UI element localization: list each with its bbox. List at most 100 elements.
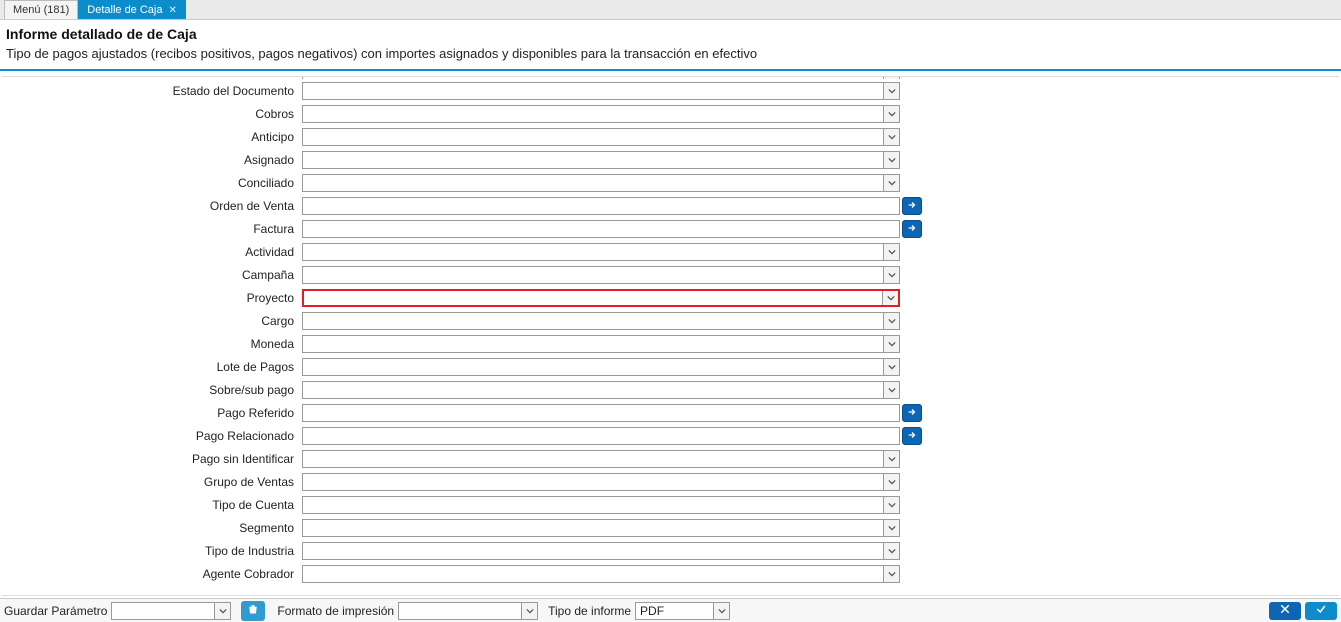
field-input[interactable] <box>302 76 900 79</box>
chevron-down-icon[interactable] <box>883 267 899 283</box>
form-row: Pago sin Identificar <box>2 448 1339 470</box>
arrow-icon <box>907 199 917 213</box>
field-input[interactable] <box>302 105 900 123</box>
chevron-down-icon[interactable] <box>883 451 899 467</box>
field-input[interactable] <box>302 335 900 353</box>
form-row: Moneda <box>2 333 1339 355</box>
field-input[interactable] <box>302 312 900 330</box>
field-input[interactable] <box>302 519 900 537</box>
field-input[interactable] <box>302 243 900 261</box>
chevron-down-icon[interactable] <box>883 336 899 352</box>
print-format-field[interactable] <box>398 602 538 620</box>
field-label: Cargo <box>2 314 302 328</box>
field-input[interactable] <box>302 427 900 445</box>
chevron-down-icon[interactable] <box>214 603 230 619</box>
field-input[interactable] <box>302 289 900 307</box>
field-label: Campaña <box>2 268 302 282</box>
field-label: Agente Cobrador <box>2 567 302 581</box>
chevron-down-icon[interactable] <box>882 291 898 305</box>
confirm-button[interactable] <box>1305 602 1337 620</box>
lookup-button[interactable] <box>902 220 922 238</box>
field-input[interactable] <box>302 496 900 514</box>
form-row: Asignado <box>2 149 1339 171</box>
form-row: Pago Referido <box>2 402 1339 424</box>
field-input[interactable] <box>302 404 900 422</box>
field-label: Tipo de Cuenta <box>2 498 302 512</box>
form-row: Anticipo <box>2 126 1339 148</box>
lookup-button[interactable] <box>902 404 922 422</box>
field-input[interactable] <box>302 473 900 491</box>
save-param-label: Guardar Parámetro <box>4 604 107 618</box>
chevron-down-icon[interactable] <box>883 313 899 329</box>
field-input[interactable] <box>302 151 900 169</box>
chevron-down-icon[interactable] <box>883 566 899 582</box>
form-row: Tipo de Industria <box>2 540 1339 562</box>
field-input[interactable] <box>302 220 900 238</box>
arrow-icon <box>907 406 917 420</box>
chevron-down-icon[interactable] <box>883 382 899 398</box>
form-scroll-area[interactable]: Estado del DocumentoCobrosAnticipoAsigna… <box>2 76 1339 596</box>
field-input[interactable] <box>302 381 900 399</box>
tab-menu-label: Menú (181) <box>13 4 69 16</box>
tab-detalle-caja[interactable]: Detalle de Caja ✕ <box>78 0 186 19</box>
field-input[interactable] <box>302 358 900 376</box>
field-label: Lote de Pagos <box>2 360 302 374</box>
field-input[interactable] <box>302 450 900 468</box>
field-input[interactable] <box>302 197 900 215</box>
chevron-down-icon[interactable] <box>883 543 899 559</box>
page-title: Informe detallado de de Caja <box>6 26 1335 42</box>
chevron-down-icon[interactable] <box>713 603 729 619</box>
field-label: Pago sin Identificar <box>2 452 302 466</box>
field-input[interactable] <box>302 542 900 560</box>
header-separator <box>0 69 1341 71</box>
close-icon <box>1278 603 1292 618</box>
arrow-icon <box>907 222 917 236</box>
page-header: Informe detallado de de Caja Tipo de pag… <box>0 20 1341 69</box>
tab-menu[interactable]: Menú (181) <box>4 0 78 19</box>
chevron-down-icon[interactable] <box>883 497 899 513</box>
form-row: Agente Cobrador <box>2 563 1339 585</box>
trash-icon <box>247 603 259 618</box>
tab-bar: Menú (181) Detalle de Caja ✕ <box>0 0 1341 20</box>
chevron-down-icon[interactable] <box>883 152 899 168</box>
report-type-label: Tipo de informe <box>548 604 631 618</box>
field-label: Segmento <box>2 521 302 535</box>
chevron-down-icon[interactable] <box>883 106 899 122</box>
form-row: Conciliado <box>2 172 1339 194</box>
chevron-down-icon[interactable] <box>883 244 899 260</box>
form-row: Campaña <box>2 264 1339 286</box>
chevron-down-icon[interactable] <box>883 359 899 375</box>
cancel-button[interactable] <box>1269 602 1301 620</box>
save-param-field[interactable] <box>111 602 231 620</box>
form-row: Estado del Documento <box>2 80 1339 102</box>
lookup-button[interactable] <box>902 427 922 445</box>
form-row: Grupo de Ventas <box>2 471 1339 493</box>
report-type-field[interactable]: PDF <box>635 602 730 620</box>
field-label: Actividad <box>2 245 302 259</box>
field-label: Factura <box>2 222 302 236</box>
chevron-down-icon[interactable] <box>883 129 899 145</box>
chevron-down-icon[interactable] <box>521 603 537 619</box>
chevron-down-icon[interactable] <box>883 175 899 191</box>
form-row: Cargo <box>2 310 1339 332</box>
form-row: Sobre/sub pago <box>2 379 1339 401</box>
tab-detalle-label: Detalle de Caja <box>87 4 162 16</box>
chevron-down-icon[interactable] <box>883 83 899 99</box>
delete-button[interactable] <box>241 601 265 621</box>
chevron-down-icon[interactable] <box>883 520 899 536</box>
field-input[interactable] <box>302 565 900 583</box>
field-label: Moneda <box>2 337 302 351</box>
field-input[interactable] <box>302 266 900 284</box>
form-row: Proyecto <box>2 287 1339 309</box>
field-input[interactable] <box>302 174 900 192</box>
form-row: Factura <box>2 218 1339 240</box>
close-icon[interactable]: ✕ <box>168 5 176 16</box>
chevron-down-icon[interactable] <box>883 474 899 490</box>
field-input[interactable] <box>302 82 900 100</box>
field-label: Tipo de Industria <box>2 544 302 558</box>
form-row: Lote de Pagos <box>2 356 1339 378</box>
print-format-label: Formato de impresión <box>277 604 394 618</box>
chevron-down-icon[interactable] <box>883 76 899 79</box>
lookup-button[interactable] <box>902 197 922 215</box>
field-input[interactable] <box>302 128 900 146</box>
